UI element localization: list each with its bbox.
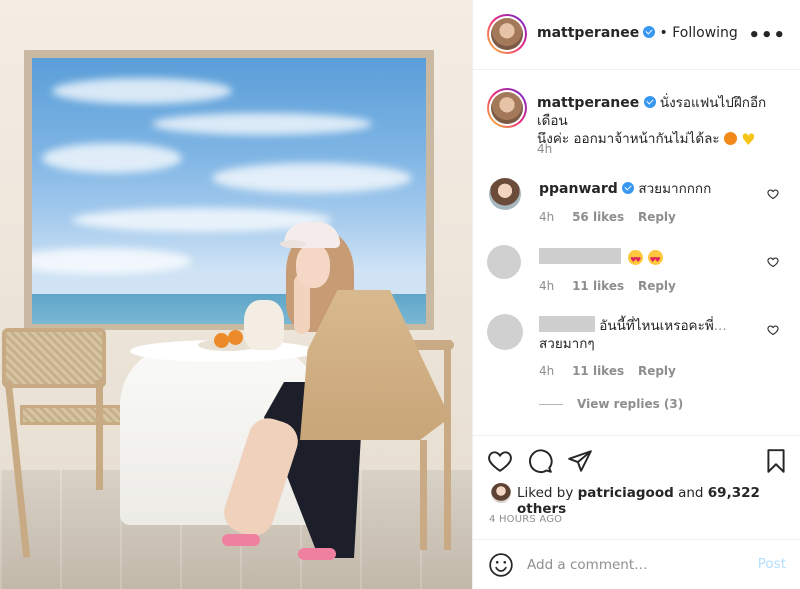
- header-separator: •: [659, 25, 673, 41]
- heart-eyes-emoji-icon: [647, 250, 663, 269]
- comment-time: 4h: [539, 210, 555, 224]
- reply-button[interactable]: Reply: [638, 364, 676, 378]
- comment-item: อันนี้ที่ไหนเหรอคะพี่... สวยมากๆ 4h 11 l…: [473, 306, 800, 431]
- comment-time: 4h: [539, 364, 555, 378]
- comment-avatar[interactable]: [489, 178, 521, 210]
- instagram-post: mattperanee • Following ••• mattperanee …: [0, 0, 800, 589]
- heart-eyes-emoji-icon: [628, 250, 644, 269]
- reply-button[interactable]: Reply: [638, 279, 676, 293]
- liker-username[interactable]: patriciagood: [578, 485, 674, 501]
- comment-item: ppanward สวยมากกกก 4h 56 likes Reply: [473, 166, 800, 236]
- caption-time: 4h: [537, 142, 553, 156]
- like-comment-heart-icon[interactable]: [767, 188, 779, 200]
- post-photo[interactable]: [0, 0, 472, 589]
- view-replies-line: [539, 404, 563, 405]
- caption-text-line2: นึงค่ะ ออกมาจ้าหน้ากันไม่ได้ละ: [537, 131, 720, 147]
- caption: mattperanee นั่งรอแฟนไปฝึกอีกเดือน นึงค่…: [473, 70, 800, 166]
- caption-username[interactable]: mattperanee: [537, 95, 639, 111]
- comment-icon[interactable]: [527, 448, 553, 474]
- reply-button[interactable]: Reply: [638, 210, 676, 224]
- view-replies-button[interactable]: View replies (3): [577, 397, 683, 411]
- comment-avatar[interactable]: [487, 314, 523, 350]
- post-comment-button[interactable]: Post: [758, 556, 786, 572]
- bookmark-icon[interactable]: [763, 448, 789, 474]
- comment-username[interactable]: ppanward: [539, 181, 618, 197]
- post-header: mattperanee • Following •••: [473, 0, 800, 70]
- comment-likes[interactable]: 11 likes: [572, 279, 624, 293]
- avatar[interactable]: [487, 14, 527, 54]
- like-comment-heart-icon[interactable]: [767, 324, 779, 336]
- post-timestamp[interactable]: 4 HOURS AGO: [489, 514, 562, 525]
- comment-input[interactable]: [527, 554, 747, 576]
- comment-text: สวยมากกกก: [638, 181, 712, 197]
- verified-icon: [643, 96, 656, 108]
- like-comment-heart-icon[interactable]: [767, 256, 779, 268]
- add-comment-bar: Post: [473, 539, 800, 589]
- verified-icon: [643, 26, 656, 38]
- verified-icon: [622, 182, 635, 194]
- likes-summary: Liked by patriciagood and 69,322 others: [517, 485, 760, 517]
- comment-truncation: ...: [713, 318, 727, 334]
- heart-icon[interactable]: [487, 448, 513, 474]
- more-icon[interactable]: •••: [748, 25, 786, 46]
- yellow-heart-emoji-icon: ♥: [741, 130, 756, 149]
- comment-likes[interactable]: 56 likes: [572, 210, 624, 224]
- comment-likes[interactable]: 11 likes: [572, 364, 624, 378]
- comment-avatar[interactable]: [487, 245, 521, 279]
- comment-time: 4h: [539, 279, 555, 293]
- orange-emoji-icon: [723, 132, 737, 145]
- actions-bar: Liked by patriciagood and 69,322 others …: [473, 435, 800, 539]
- photo-chair: [2, 328, 106, 388]
- liker-avatar[interactable]: [491, 483, 511, 503]
- header-username[interactable]: mattperanee: [537, 25, 639, 41]
- emoji-icon[interactable]: [488, 552, 514, 578]
- comment-item: 4h 11 likes Reply: [473, 236, 800, 306]
- share-icon[interactable]: [567, 448, 593, 474]
- post-side-panel: mattperanee • Following ••• mattperanee …: [472, 0, 800, 589]
- redacted-username: [539, 316, 595, 332]
- comment-text-line1: อันนี้ที่ไหนเหรอคะพี่: [599, 318, 714, 334]
- photo-sky: [32, 58, 426, 324]
- redacted-username: [539, 248, 621, 264]
- caption-avatar[interactable]: [487, 88, 527, 128]
- comment-text-line2: สวยมากๆ: [539, 336, 595, 352]
- following-button[interactable]: Following: [672, 25, 738, 41]
